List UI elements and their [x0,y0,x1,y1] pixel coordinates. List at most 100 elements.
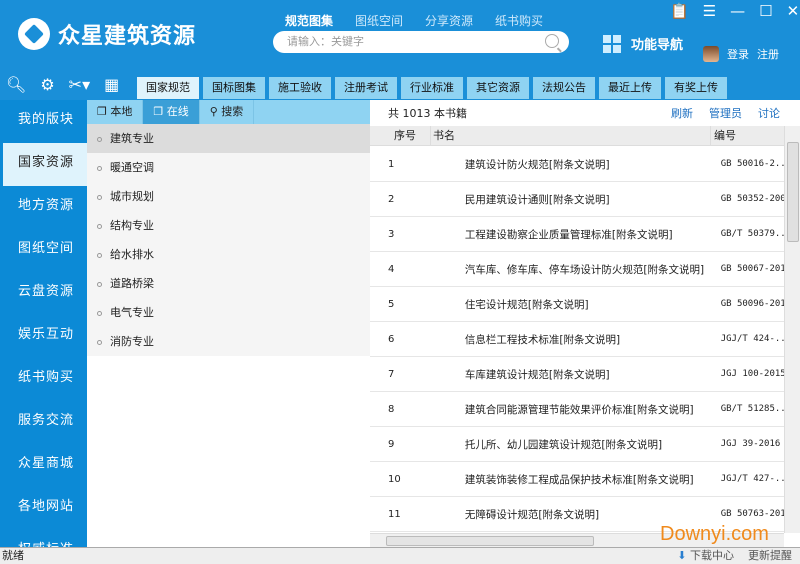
login-link[interactable]: 登录 [727,46,749,62]
refresh-link[interactable]: 刷新 [671,105,693,121]
category-item[interactable]: 给水排水 [87,240,370,269]
sidebar-item-8[interactable]: 众星商城 [0,444,87,487]
tab-4[interactable]: 行业标准 [401,77,463,99]
table-row[interactable]: 2 民用建筑设计通则[附条文说明] GB 50352-2005 2 [370,182,784,217]
top-nav: 规范图集 图纸空间 分享资源 纸书购买 [285,12,543,29]
column-code[interactable]: 编号 [710,126,784,145]
discuss-link[interactable]: 讨论 [758,105,780,121]
sidebar-item-4[interactable]: 云盘资源 [0,272,87,315]
tab-1[interactable]: 国标图集 [203,77,265,99]
maximize-button[interactable]: ☐ [759,2,772,20]
table-row[interactable]: 1 建筑设计防火规范[附条文说明] GB 50016-2...2 [370,147,784,182]
topnav-tuzhi[interactable]: 图纸空间 [355,12,403,29]
category-item[interactable]: 电气专业 [87,298,370,327]
search-label: 搜索 [221,105,244,118]
table-row[interactable]: 9 托儿所、幼儿园建筑设计规范[附条文说明] JGJ 39-2016 2 [370,427,784,462]
vertical-scrollbar[interactable] [784,126,800,533]
apps-grid-icon[interactable]: ▦ [104,75,119,94]
table-row[interactable]: 3 工程建设勘察企业质量管理标准[附条文说明] GB/T 50379...2 [370,217,784,252]
sidebar-item-9[interactable]: 各地网站 [0,487,87,530]
panel-toolbar: ❐ 本地 ❐ 在线 ⚲ 搜索 [87,100,370,124]
screenshot-scissors-icon[interactable]: ✂▾ [69,75,90,94]
update-reminder-button[interactable]: 更新提醒 [748,548,792,564]
table-row[interactable]: 5 住宅设计规范[附条文说明] GB 50096-2011 2 [370,287,784,322]
topnav-guifan[interactable]: 规范图集 [285,12,333,29]
download-center-button[interactable]: ⬇ 下载中心 [677,548,734,564]
close-button[interactable]: ✕ [787,2,800,20]
cell-code: GB 50096-2011 2 [720,299,784,309]
gear-icon[interactable]: ⚙ [40,75,54,94]
book-count: 共 1013 本书籍 [388,107,467,120]
tab-6[interactable]: 法规公告 [533,77,595,99]
category-label: 电气专业 [110,306,154,319]
table-row[interactable]: 10 建筑装饰装修工程成品保护技术标准[附条文说明] JGJ/T 427-...2 [370,462,784,497]
table-row[interactable]: 7 车库建筑设计规范[附条文说明] JGJ 100-2015 2 [370,357,784,392]
search-icon[interactable] [545,34,559,48]
horizontal-scroll-thumb[interactable] [386,536,594,546]
category-item[interactable]: 道路桥梁 [87,269,370,298]
category-item[interactable]: 暖通空调 [87,153,370,182]
sidebar-item-6[interactable]: 纸书购买 [0,358,87,401]
sidebar-item-7[interactable]: 服务交流 [0,401,87,444]
grid-icon [603,34,623,53]
category-item[interactable]: 消防专业 [87,327,370,356]
register-link[interactable]: 注册 [757,46,779,62]
search-tool-icon[interactable]: 🔍︎ [6,75,26,94]
table-row[interactable]: 8 建筑合同能源管理节能效果评价标准[附条文说明] GB/T 51285...2 [370,392,784,427]
header: 众星建筑资源 规范图集 图纸空间 分享资源 纸书购买 请输入：关键字 功能导航 … [0,0,800,100]
topnav-share[interactable]: 分享资源 [425,12,473,29]
menu-icon[interactable]: ☰ [703,2,716,20]
category-item[interactable]: 结构专业 [87,211,370,240]
bullet-icon [97,165,102,171]
category-item[interactable]: 城市规划 [87,182,370,211]
logo-icon [18,18,50,50]
vertical-scroll-thumb[interactable] [787,142,799,242]
function-nav-button[interactable]: 功能导航 [603,34,683,53]
cell-index: 1 [388,158,395,170]
cell-title: 工程建设勘察企业质量管理标准[附条文说明] [464,228,673,241]
bullet-icon [97,339,102,345]
bullet-icon [97,310,102,316]
category-label: 建筑专业 [110,132,154,145]
search-button[interactable]: ⚲ 搜索 [200,100,255,124]
topnav-books[interactable]: 纸书购买 [495,12,543,29]
sidebar-item-2[interactable]: 地方资源 [0,186,87,229]
tab-5[interactable]: 其它资源 [467,77,529,99]
tab-8[interactable]: 有奖上传 [665,77,727,99]
category-list: 建筑专业暖通空调 城市规划结构专业给水排水 道路桥梁电气专业消防专业 [87,124,370,356]
cell-title: 无障碍设计规范[附条文说明] [464,508,600,521]
tab-2[interactable]: 施工验收 [269,77,331,99]
sidebar-item-1[interactable]: 国家资源 [3,143,87,186]
minimize-button[interactable]: — [730,2,745,20]
cell-code: JGJ/T 424-...2 [720,334,784,344]
tab-7[interactable]: 最近上传 [599,77,661,99]
category-label: 结构专业 [110,219,154,232]
cell-index: 3 [388,228,395,240]
tab-0[interactable]: 国家规范 [137,77,199,99]
local-label: 本地 [110,105,133,118]
function-nav-label: 功能导航 [631,38,684,53]
table-row[interactable]: 4 汽车库、修车库、停车场设计防火规范[附条文说明] GB 50067-2014 2 [370,252,784,287]
cell-code: JGJ 39-2016 2 [720,439,784,449]
column-index[interactable]: 序号 [370,126,430,145]
category-item[interactable]: 建筑专业 [87,124,370,153]
avatar[interactable] [703,46,719,62]
sidebar-item-5[interactable]: 娱乐互动 [0,315,87,358]
tab-3[interactable]: 注册考试 [335,77,397,99]
toolbar: 🔍︎ ⚙ ✂▾ ▦ [6,75,119,94]
column-title[interactable]: 书名 [430,126,710,145]
search-input[interactable]: 请输入：关键字 [273,31,569,53]
cell-title: 住宅设计规范[附条文说明] [464,298,589,311]
local-button[interactable]: ❐ 本地 [87,100,144,124]
table-row[interactable]: 6 信息栏工程技术标准[附条文说明] JGJ/T 424-...2 [370,322,784,357]
sidebar-item-3[interactable]: 图纸空间 [0,229,87,272]
sidebar-item-10[interactable]: 权威标准 [0,530,87,547]
admin-link[interactable]: 管理员 [709,105,742,121]
clipboard-icon[interactable]: 📋 [670,2,689,20]
cell-code: GB/T 50379...2 [720,229,784,239]
cell-title: 信息栏工程技术标准[附条文说明] [464,333,621,346]
sidebar-item-0[interactable]: 我的版块 [0,100,87,143]
cell-index: 5 [388,298,395,310]
cell-index: 6 [388,333,395,345]
online-button[interactable]: ❐ 在线 [143,100,200,124]
